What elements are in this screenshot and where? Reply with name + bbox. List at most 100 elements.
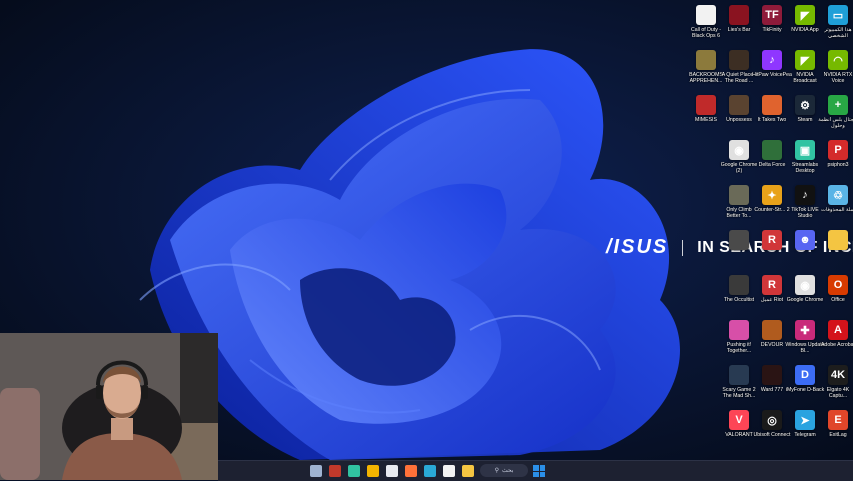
imyfone-icon: D (795, 365, 815, 385)
desktop-icon[interactable]: ▭ هذا الكمبيوتر الشخصي (821, 5, 853, 39)
game-icon (696, 95, 716, 115)
desktop-icon[interactable]: DEVOUR (755, 320, 789, 354)
edge-taskbar-icon[interactable] (424, 465, 436, 477)
desktop-icon[interactable]: ◉ Google Chrome (2) (721, 140, 757, 174)
desktop-icon[interactable]: Unpossess (722, 95, 756, 129)
file-taskbar-icon[interactable] (386, 465, 398, 477)
desktop-icon-label: ExitLag (829, 432, 847, 438)
webcam-person-image (0, 333, 218, 480)
desktop-icon[interactable]: 4K Elgato 4K Captu... (821, 365, 853, 399)
chrome-icon: ◉ (795, 275, 815, 295)
shield-icon: ✚ (795, 320, 815, 340)
desktop-icon[interactable]: ➤ Telegram (788, 410, 822, 444)
ubisoft-icon: ◎ (762, 410, 782, 430)
elgato-icon: 4K (828, 365, 848, 385)
desktop-icon[interactable]: ◠ NVIDIA RTX Voice (821, 50, 853, 84)
desktop-icon[interactable]: Delta Force (755, 140, 789, 174)
firefox-taskbar-icon[interactable] (405, 465, 417, 477)
game-icon (762, 95, 782, 115)
desktop-icon[interactable]: ♪ TikTok LIVE Studio (788, 185, 822, 219)
desktop-icon[interactable]: ◤ NVIDIA App (788, 5, 822, 39)
streamlabs-taskbar-icon[interactable] (348, 465, 360, 477)
desktop-icon[interactable]: ☻ (788, 230, 822, 264)
desktop-icon[interactable]: BACKROOMS APPREHEN... (689, 50, 723, 84)
mic-icon: ♪ (762, 50, 782, 70)
discord-icon: ☻ (795, 230, 815, 250)
desktop-icon[interactable]: A Adobe Acrobat (821, 320, 853, 354)
riot-icon: R (762, 275, 782, 295)
store-taskbar-icon[interactable] (443, 465, 455, 477)
game-icon (762, 140, 782, 160)
office-icon: O (828, 275, 848, 295)
desktop-icon-label (818, 252, 853, 264)
taskbar: ⚲ بحث (218, 460, 853, 481)
desktop-icon[interactable]: It Takes Two (755, 95, 789, 129)
desktop-icon[interactable]: Lies's Bar (722, 5, 756, 39)
desktop-icon[interactable]: O Office (821, 275, 853, 309)
desktop-icon[interactable]: DiMyFone D-Back (786, 365, 824, 399)
desktop-icon[interactable]: Only Climb Better To... (722, 185, 756, 219)
chrome-icon: ◉ (729, 140, 749, 160)
desktop-icon[interactable]: ◉ Google Chrome (787, 275, 823, 309)
game-icon (762, 320, 782, 340)
desktop-icon[interactable]: V VALORANT (722, 410, 756, 444)
windows-logo-icon-tr (539, 465, 545, 471)
tf-icon: TF (762, 5, 782, 25)
webcam-overlay (0, 333, 218, 480)
desktop-icon[interactable]: Call of Duty - Black Ops 6 (689, 5, 723, 39)
desktop-icon[interactable]: The Occultist (722, 275, 756, 309)
windows-logo-icon-br (539, 471, 545, 477)
desktop-icon-label: Elgato 4K Captu... (826, 387, 850, 399)
game-icon (729, 185, 749, 205)
asus-logo: /ISUS (606, 236, 669, 258)
start-button[interactable] (533, 465, 545, 477)
desktop-icon[interactable]: + ديجتال بلس أنظمة وحلول (818, 95, 853, 129)
game-icon (729, 5, 749, 25)
desktop-icon[interactable]: Scary Game 2 The Mad Sh... (722, 365, 756, 399)
riot-icon: R (762, 230, 782, 250)
desktop-icon-label: Adobe Acrobat (820, 342, 853, 348)
desktop-icon[interactable]: R عميل Riot (755, 275, 789, 309)
desktop-icon-label: Office (831, 297, 845, 303)
desktop-icon[interactable] (722, 230, 756, 264)
desktop-icon[interactable]: ⚙ Steam (788, 95, 822, 129)
monitor-icon: ▭ (828, 5, 848, 25)
desktop-icon[interactable]: Ward 777 (755, 365, 789, 399)
windows-logo-icon-tl (533, 465, 539, 471)
desktop-icon[interactable]: MIMESIS (689, 95, 723, 129)
desktop-icon[interactable]: ◤ NVIDIA Broadcast (788, 50, 822, 84)
file-icon (696, 5, 716, 25)
valorant-icon: V (729, 410, 749, 430)
desktop-icon[interactable]: ✦ Counter-Str... 2 (754, 185, 790, 219)
chrome-taskbar-icon[interactable] (367, 465, 379, 477)
desktop-icon[interactable]: ♲ سلة المحذوفات (821, 185, 853, 219)
game-icon (729, 95, 749, 115)
brand-separator (682, 239, 684, 256)
desktop-icon[interactable] (821, 230, 853, 264)
desktop-icon[interactable]: A Quiet Place - The Road ... (722, 50, 756, 84)
desktop-icon[interactable]: R (755, 230, 789, 264)
desktop-icon-label: NVIDIA RTX Voice (823, 72, 853, 84)
folder-icon (828, 230, 848, 250)
desktop-icon[interactable]: E ExitLag (821, 410, 853, 444)
desktop-icon[interactable]: ◎ Ubisoft Connect (754, 410, 790, 444)
steam-icon: ⚙ (795, 95, 815, 115)
logo-icon: + (828, 95, 848, 115)
desktop-icon[interactable]: Pushing it! Together... (722, 320, 756, 354)
desktop-icon[interactable]: ✚ Windows Update Bl... (785, 320, 825, 354)
game-icon (729, 230, 749, 250)
acrobat-icon: A (828, 320, 848, 340)
game-taskbar-icon[interactable] (329, 465, 341, 477)
desktop-icon[interactable]: ♪ HitPaw VoicePea (752, 50, 792, 84)
file-explorer-taskbar-icon[interactable] (462, 465, 474, 477)
taskbar-search-box[interactable]: ⚲ بحث (480, 464, 528, 477)
desktop-icon[interactable]: TF TikFinity (755, 5, 789, 39)
desktop-icon[interactable]: ▣ Streamlabs Desktop (788, 140, 822, 174)
game-icon (729, 365, 749, 385)
game-icon (762, 365, 782, 385)
nvidia-icon: ◤ (795, 50, 815, 70)
desktop-icon[interactable]: Ppsiphon3 (821, 140, 853, 174)
game-icon (729, 320, 749, 340)
steam-taskbar-icon[interactable] (310, 465, 322, 477)
desktop-icon-label: psiphon3 (827, 162, 849, 168)
